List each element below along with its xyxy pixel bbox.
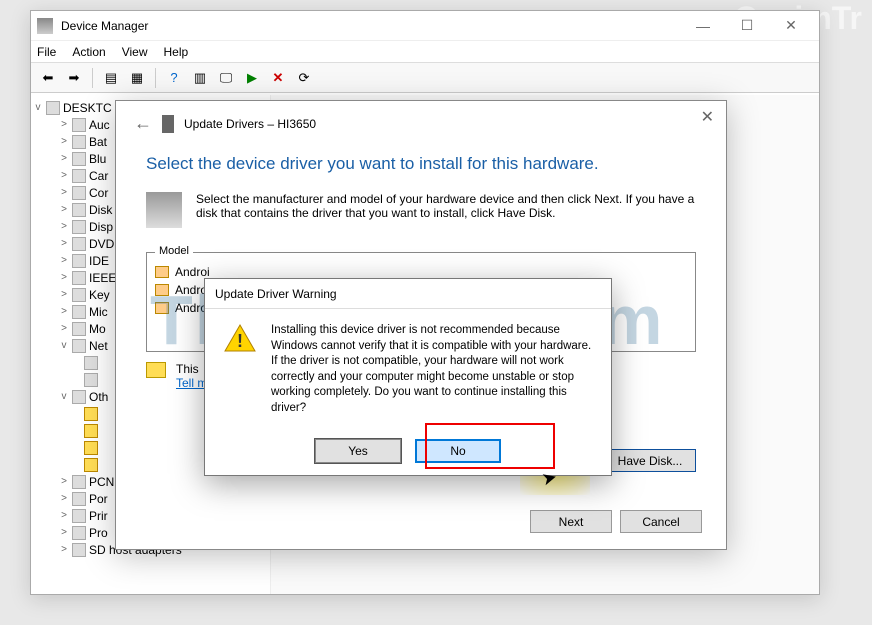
category-icon [84,373,98,387]
svg-text:!: ! [237,331,243,351]
signing-warning-icon [146,362,166,378]
menu-view[interactable]: View [122,45,148,59]
have-disk-button[interactable]: Have Disk... [604,449,696,472]
toolbar: ⬅ ➡ ▤ ▦ ? ▥ 🖵 ▶ ✕ ⟳ [31,63,819,93]
add-icon[interactable]: ▶ [241,67,263,89]
tree-item-label: Disp [89,220,113,234]
category-icon [72,118,86,132]
tree-item-label: Cor [89,186,108,200]
menu-action[interactable]: Action [72,45,105,59]
category-icon [72,492,86,506]
tree-item-label: Net [89,339,108,353]
yes-button[interactable]: Yes [315,439,401,463]
tree-item-label: Por [89,492,108,506]
category-icon [72,390,86,404]
category-icon [84,424,98,438]
update-driver-warning-dialog: Update Driver Warning ! Installing this … [204,278,612,476]
tree-item-label: Auc [89,118,110,132]
titlebar: Device Manager — ☐ ✕ [31,11,819,41]
help-icon[interactable]: ? [163,67,185,89]
warning-triangle-icon: ! [223,323,257,353]
category-icon [72,220,86,234]
category-icon [84,356,98,370]
refresh-icon[interactable]: ⟳ [293,67,315,89]
category-icon [84,407,98,421]
category-icon [72,135,86,149]
window-title: Device Manager [61,19,681,33]
tree-item-label: Car [89,169,108,183]
tree-item-label: Mic [89,305,108,319]
back-icon[interactable]: ⬅ [37,67,59,89]
model-legend: Model [155,245,193,257]
menu-help[interactable]: Help [164,45,189,59]
category-icon [72,271,86,285]
scan-icon[interactable]: 🖵 [215,67,237,89]
category-icon [84,458,98,472]
device-icon [162,115,174,133]
category-icon [84,441,98,455]
category-icon [72,475,86,489]
category-icon [72,254,86,268]
minimize-button[interactable]: — [681,12,725,40]
category-icon [72,509,86,523]
category-icon [72,339,86,353]
wizard-header: Update Drivers – HI3650 [184,117,316,131]
drive-icon [146,192,182,228]
show-hidden-icon[interactable]: ▤ [100,67,122,89]
tree-item-label: Mo [89,322,106,336]
tree-item-label: Disk [89,203,112,217]
remove-icon[interactable]: ✕ [267,67,289,89]
driver-icon [155,302,169,314]
category-icon [72,237,86,251]
category-icon [72,152,86,166]
category-icon [72,305,86,319]
wizard-close-icon[interactable]: ✕ [701,107,714,127]
tree-item-label: IDE [89,254,109,268]
cancel-button[interactable]: Cancel [620,510,702,533]
tree-item-label: Blu [89,152,106,166]
category-icon [72,203,86,217]
driver-icon [155,266,169,278]
wizard-instruction: Select the manufacturer and model of you… [196,192,696,228]
driver-icon [155,284,169,296]
tree-item-label: IEEE [89,271,116,285]
tree-item-label: Bat [89,135,107,149]
menubar: File Action View Help [31,41,819,63]
close-button[interactable]: ✕ [769,12,813,40]
warning-title: Update Driver Warning [205,279,611,309]
wizard-back-icon[interactable]: ← [134,113,152,134]
wizard-heading: Select the device driver you want to ins… [146,154,696,174]
tree-item-label: Pro [89,526,108,540]
no-button[interactable]: No [415,439,501,463]
category-icon [72,169,86,183]
next-button[interactable]: Next [530,510,612,533]
tree-item-label: Oth [89,390,108,404]
category-icon [72,288,86,302]
action-icon[interactable]: ▥ [189,67,211,89]
category-icon [72,543,86,557]
computer-icon [46,101,60,115]
properties-icon[interactable]: ▦ [126,67,148,89]
tree-item-label: PCN [89,475,114,489]
tree-item-label: Prir [89,509,108,523]
forward-icon[interactable]: ➡ [63,67,85,89]
category-icon [72,186,86,200]
category-icon [72,322,86,336]
device-manager-icon [37,18,53,34]
menu-file[interactable]: File [37,45,56,59]
tree-item-label: Key [89,288,110,302]
tree-item-label: DVD [89,237,114,251]
warning-text: Installing this device driver is not rec… [271,323,593,416]
category-icon [72,526,86,540]
model-label: Androi [175,265,210,279]
maximize-button[interactable]: ☐ [725,12,769,40]
